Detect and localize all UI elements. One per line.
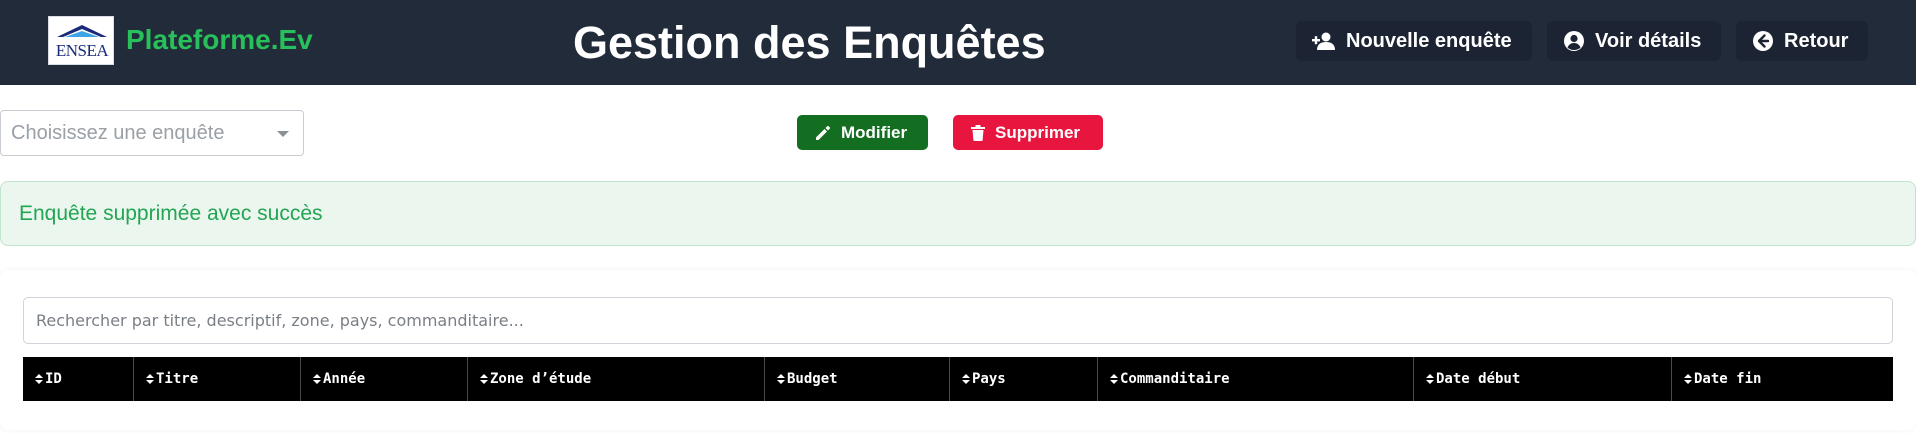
survey-table-card (0, 270, 1916, 430)
column-header-study-zone[interactable]: Zone d’étude (468, 357, 765, 401)
new-survey-button[interactable]: Nouvelle enquête (1296, 21, 1532, 61)
sort-icon (1684, 374, 1692, 384)
sort-icon (313, 374, 321, 384)
page-title: Gestion des Enquêtes (573, 17, 1046, 68)
table-header: ID Titre Année Zone d’étude Budget Pays … (23, 357, 1893, 401)
back-button[interactable]: Retour (1736, 21, 1868, 61)
user-circle-icon (1564, 31, 1584, 51)
view-details-button[interactable]: Voir détails (1547, 21, 1721, 61)
edit-label: Modifier (841, 122, 908, 142)
sort-icon (1110, 374, 1118, 384)
column-header-year[interactable]: Année (301, 357, 468, 401)
column-header-id[interactable]: ID (23, 357, 134, 401)
survey-select-placeholder: Choisissez une enquête (11, 122, 225, 144)
column-header-budget[interactable]: Budget (765, 357, 950, 401)
delete-label: Supprimer (995, 122, 1081, 142)
column-header-label: Pays (972, 371, 1006, 387)
column-header-start-date[interactable]: Date début (1414, 357, 1672, 401)
chevron-down-icon (277, 131, 289, 137)
sort-icon (480, 374, 488, 384)
brand-name[interactable]: Plateforme.Ev (126, 24, 313, 56)
top-header: ENSEA Plateforme.Ev Gestion des Enquêtes… (0, 0, 1916, 85)
user-plus-icon (1312, 32, 1335, 50)
column-header-label: Budget (787, 371, 838, 387)
column-header-label: Commanditaire (1120, 371, 1230, 387)
sort-icon (35, 374, 43, 384)
sort-icon (777, 374, 785, 384)
column-header-label: Année (323, 371, 366, 387)
logo-text: ENSEA (55, 41, 109, 60)
delete-button[interactable]: Supprimer (953, 115, 1103, 150)
sort-icon (146, 374, 154, 384)
column-header-label: Date début (1436, 371, 1521, 387)
view-details-label: Voir détails (1595, 29, 1702, 52)
survey-select[interactable]: Choisissez une enquête (0, 110, 304, 156)
column-header-title[interactable]: Titre (134, 357, 301, 401)
pencil-icon (816, 125, 830, 140)
column-header-sponsor[interactable]: Commanditaire (1098, 357, 1414, 401)
column-header-label: Date fin (1694, 371, 1762, 387)
ensea-logo[interactable]: ENSEA (48, 16, 114, 65)
arrow-left-circle-icon (1753, 31, 1773, 51)
back-label: Retour (1784, 29, 1849, 52)
column-header-label: ID (45, 371, 62, 387)
logo-roof-icon (57, 25, 107, 37)
column-header-end-date[interactable]: Date fin (1672, 357, 1893, 401)
sort-icon (1426, 374, 1434, 384)
success-alert-message: Enquête supprimée avec succès (19, 202, 323, 225)
sort-icon (962, 374, 970, 384)
search-input[interactable] (23, 297, 1893, 344)
edit-button[interactable]: Modifier (797, 115, 928, 150)
column-header-label: Titre (156, 371, 199, 387)
success-alert: Enquête supprimée avec succès (0, 181, 1916, 246)
column-header-label: Zone d’étude (490, 371, 592, 387)
column-header-country[interactable]: Pays (950, 357, 1098, 401)
new-survey-label: Nouvelle enquête (1346, 29, 1512, 52)
trash-icon (971, 124, 985, 141)
